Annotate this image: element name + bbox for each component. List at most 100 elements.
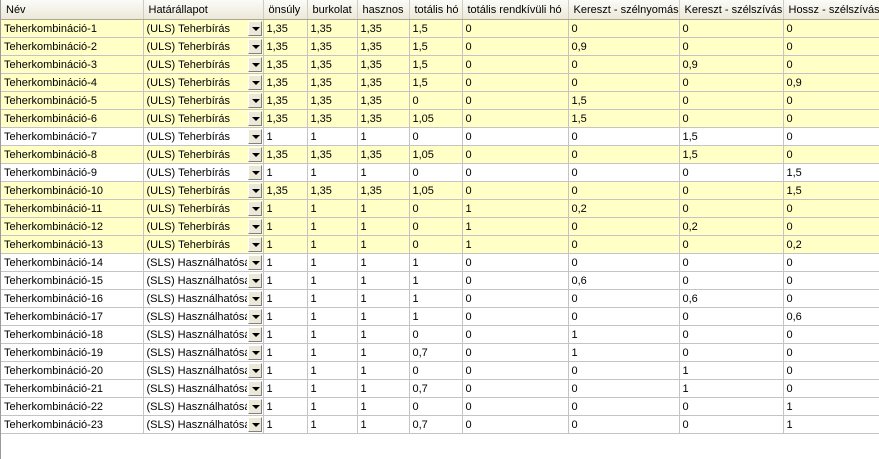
factor-cell[interactable]: 0: [462, 361, 569, 380]
factor-cell[interactable]: 0: [783, 343, 879, 362]
combination-name-cell[interactable]: Teherkombináció-18: [1, 325, 144, 344]
combination-name-cell[interactable]: Teherkombináció-9: [1, 163, 144, 182]
factor-cell[interactable]: 1,5: [409, 19, 463, 38]
factor-cell[interactable]: 1: [783, 397, 879, 416]
factor-cell[interactable]: 0: [679, 91, 784, 110]
factor-cell[interactable]: 1: [357, 415, 410, 434]
factor-cell[interactable]: 0: [783, 325, 879, 344]
table-row[interactable]: Teherkombináció-16(SLS) Használhatósági 1…: [1, 289, 879, 308]
factor-cell[interactable]: 1,35: [307, 55, 358, 74]
factor-cell[interactable]: 0: [783, 91, 879, 110]
limit-state-select[interactable]: (ULS) Teherbírás: [143, 91, 264, 110]
table-row[interactable]: Teherkombináció-13 (ULS) Teherbírás 1 1 1 0 1 0…: [1, 235, 879, 254]
factor-cell[interactable]: 1: [409, 253, 463, 272]
chevron-down-icon[interactable]: [247, 291, 262, 306]
combination-name-cell[interactable]: Teherkombináció-15: [1, 271, 144, 290]
chevron-down-icon[interactable]: [247, 399, 262, 414]
factor-cell[interactable]: 0: [568, 235, 680, 254]
factor-cell[interactable]: 0: [462, 163, 569, 182]
chevron-down-icon[interactable]: [247, 21, 262, 36]
factor-cell[interactable]: 1: [462, 199, 569, 218]
factor-cell[interactable]: 0: [783, 199, 879, 218]
factor-cell[interactable]: 0: [679, 325, 784, 344]
chevron-down-icon[interactable]: [247, 363, 262, 378]
factor-cell[interactable]: 0,6: [679, 289, 784, 308]
chevron-down-icon[interactable]: [247, 111, 262, 126]
factor-cell[interactable]: 0: [462, 415, 569, 434]
factor-cell[interactable]: 0: [679, 307, 784, 326]
factor-cell[interactable]: 0: [679, 397, 784, 416]
factor-cell[interactable]: 1: [263, 307, 308, 326]
factor-cell[interactable]: 1,35: [263, 37, 308, 56]
table-row[interactable]: Teherkombináció-11 (ULS) Teherbírás 1 1 1 0 1 0…: [1, 199, 879, 218]
factor-cell[interactable]: 1: [357, 325, 410, 344]
combination-name-cell[interactable]: Teherkombináció-17: [1, 307, 144, 326]
factor-cell[interactable]: 1: [357, 397, 410, 416]
factor-cell[interactable]: 1: [357, 235, 410, 254]
table-row[interactable]: Teherkombináció-19(SLS) Használhatósági 1…: [1, 343, 879, 362]
factor-cell[interactable]: 0: [568, 307, 680, 326]
factor-cell[interactable]: 1: [357, 361, 410, 380]
factor-cell[interactable]: 1: [307, 325, 358, 344]
table-row[interactable]: Teherkombináció-5 (ULS) Teherbírás 1,35 1,3…: [1, 91, 879, 110]
factor-cell[interactable]: 0: [462, 289, 569, 308]
table-row[interactable]: Teherkombináció-8 (ULS) Teherbírás 1,35 1,3…: [1, 145, 879, 164]
factor-cell[interactable]: 0: [462, 271, 569, 290]
table-row[interactable]: Teherkombináció-3 (ULS) Teherbírás 1,35 1,3…: [1, 55, 879, 74]
factor-cell[interactable]: 0: [409, 397, 463, 416]
factor-cell[interactable]: 1: [357, 217, 410, 236]
combination-name-cell[interactable]: Teherkombináció-16: [1, 289, 144, 308]
factor-cell[interactable]: 1: [568, 343, 680, 362]
limit-state-select[interactable]: (ULS) Teherbírás: [143, 37, 264, 56]
factor-cell[interactable]: 1: [357, 343, 410, 362]
factor-cell[interactable]: 1,35: [263, 19, 308, 38]
factor-cell[interactable]: 1,35: [357, 73, 410, 92]
factor-cell[interactable]: 0: [783, 19, 879, 38]
factor-cell[interactable]: 0,9: [679, 55, 784, 74]
factor-cell[interactable]: 1: [357, 379, 410, 398]
factor-cell[interactable]: 0: [462, 181, 569, 200]
table-row[interactable]: Teherkombináció-4 (ULS) Teherbírás 1,35 1,3…: [1, 73, 879, 92]
column-header[interactable]: Név: [1, 0, 144, 20]
factor-cell[interactable]: 0: [409, 91, 463, 110]
factor-cell[interactable]: 1,35: [357, 55, 410, 74]
factor-cell[interactable]: 1: [679, 361, 784, 380]
factor-cell[interactable]: 0,7: [409, 415, 463, 434]
combination-name-cell[interactable]: Teherkombináció-13: [1, 235, 144, 254]
factor-cell[interactable]: 0,7: [409, 343, 463, 362]
factor-cell[interactable]: 1: [568, 325, 680, 344]
factor-cell[interactable]: 1,35: [357, 19, 410, 38]
factor-cell[interactable]: 0: [409, 235, 463, 254]
chevron-down-icon[interactable]: [247, 327, 262, 342]
combination-name-cell[interactable]: Teherkombináció-1: [1, 19, 144, 38]
chevron-down-icon[interactable]: [247, 57, 262, 72]
factor-cell[interactable]: 1: [307, 343, 358, 362]
chevron-down-icon[interactable]: [247, 237, 262, 252]
factor-cell[interactable]: 1: [307, 415, 358, 434]
factor-cell[interactable]: 0: [783, 289, 879, 308]
factor-cell[interactable]: 0: [462, 19, 569, 38]
factor-cell[interactable]: 0,9: [568, 37, 680, 56]
factor-cell[interactable]: 1,5: [783, 181, 879, 200]
factor-cell[interactable]: 1: [263, 163, 308, 182]
factor-cell[interactable]: 1: [357, 271, 410, 290]
chevron-down-icon[interactable]: [247, 381, 262, 396]
factor-cell[interactable]: 1,35: [357, 37, 410, 56]
factor-cell[interactable]: 1: [357, 307, 410, 326]
factor-cell[interactable]: 0: [568, 397, 680, 416]
column-header[interactable]: totális rendkívüli hó: [462, 0, 569, 20]
factor-cell[interactable]: 0: [679, 19, 784, 38]
factor-cell[interactable]: 0: [568, 73, 680, 92]
factor-cell[interactable]: 1: [307, 253, 358, 272]
chevron-down-icon[interactable]: [247, 183, 262, 198]
factor-cell[interactable]: 0: [679, 235, 784, 254]
table-row[interactable]: Teherkombináció-1 (ULS) Teherbírás 1,35 1,3…: [1, 19, 879, 38]
limit-state-select[interactable]: (SLS) Használhatósági: [143, 307, 264, 326]
combination-name-cell[interactable]: Teherkombináció-7: [1, 127, 144, 146]
factor-cell[interactable]: 1,35: [263, 145, 308, 164]
combination-name-cell[interactable]: Teherkombináció-4: [1, 73, 144, 92]
factor-cell[interactable]: 0: [462, 127, 569, 146]
limit-state-select[interactable]: (ULS) Teherbírás: [143, 199, 264, 218]
factor-cell[interactable]: 1,5: [568, 91, 680, 110]
factor-cell[interactable]: 1: [263, 343, 308, 362]
